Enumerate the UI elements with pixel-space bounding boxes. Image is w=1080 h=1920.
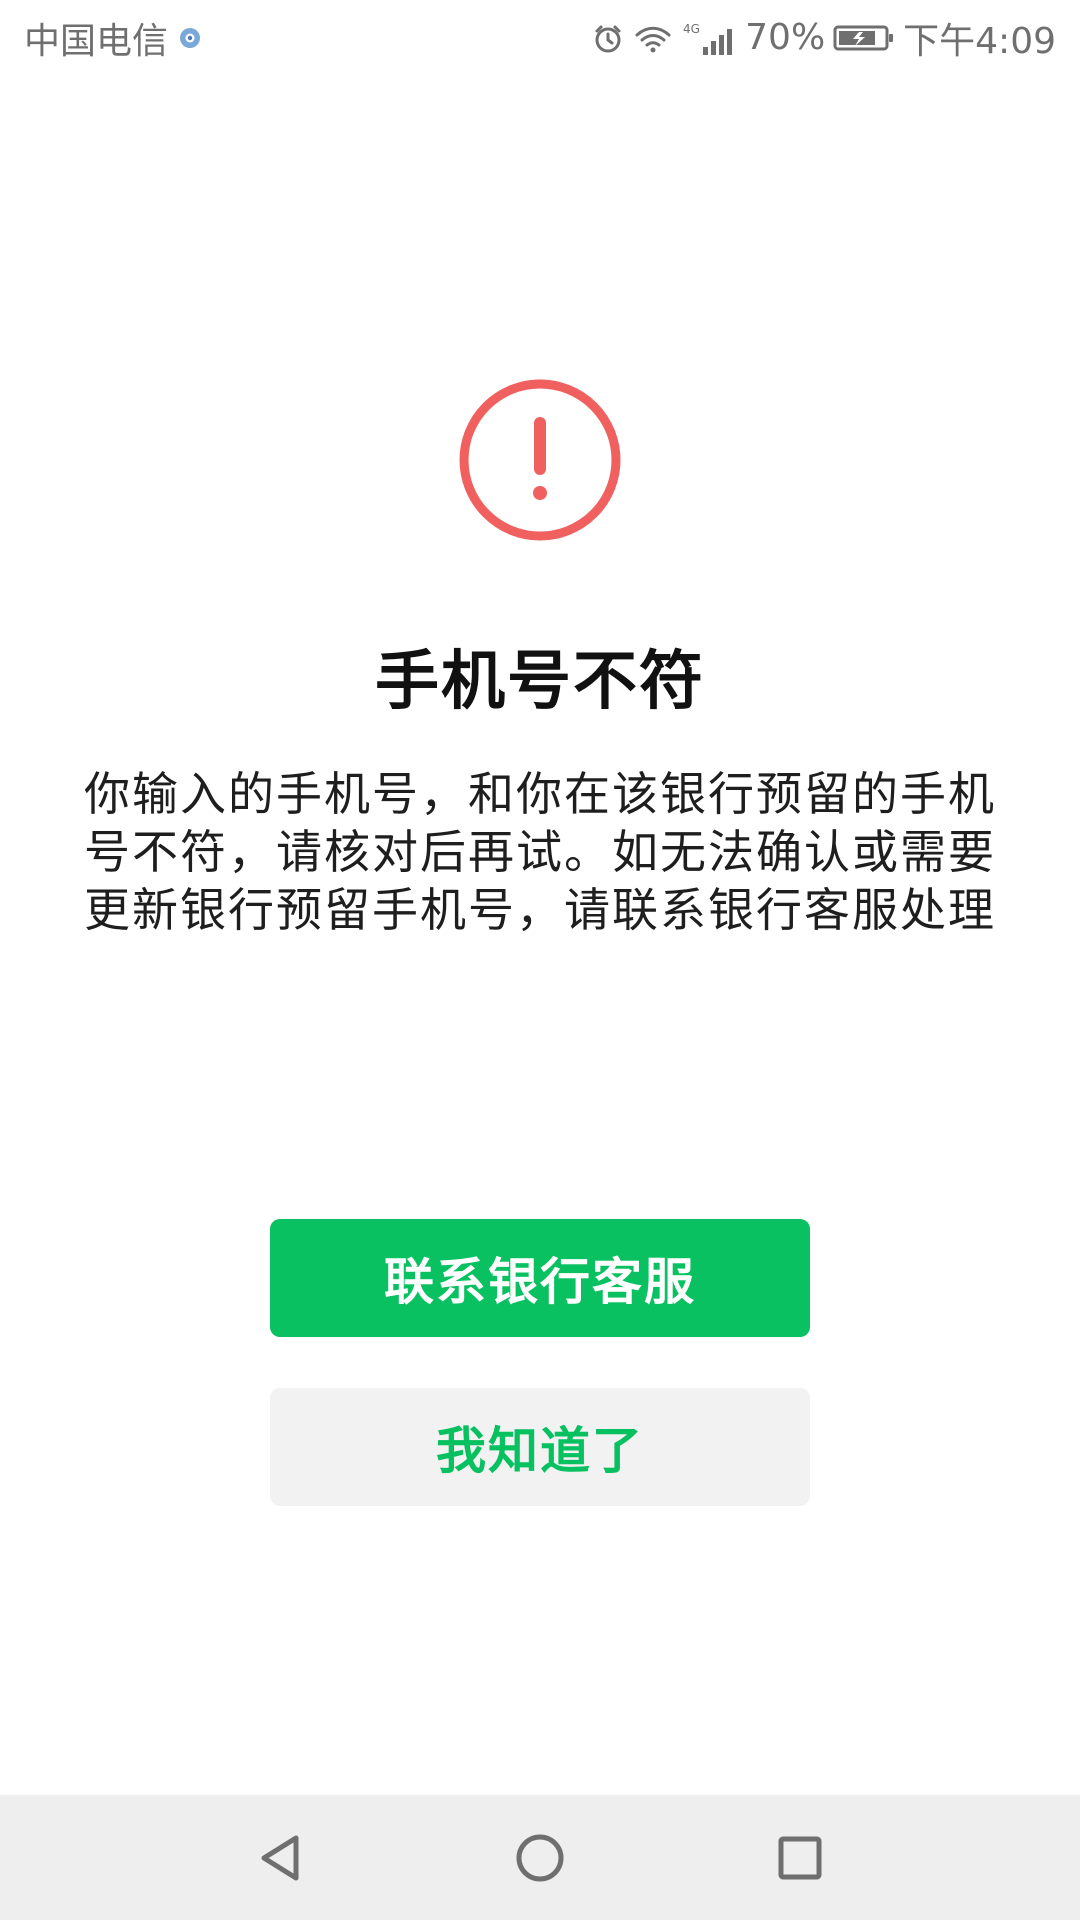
eye-protect-icon [178,26,202,50]
carrier-label: 中国电信 [24,20,169,62]
nav-home-button[interactable] [480,1808,600,1908]
status-left: 中国电信 [24,12,202,64]
status-bar: 中国电信 4G 70% 下午4:09 [0,0,1080,75]
warning-icon [455,375,625,545]
battery-percent: 70% [745,17,826,58]
content: 手机号不符 你输入的手机号，和你在该银行预留的手机号不符，请核对后再试。如无法确… [0,75,1080,1795]
alarm-icon [591,21,625,55]
dialog-title: 手机号不符 [375,645,705,719]
nav-back-button[interactable] [220,1808,340,1908]
network-type-label: 4G [683,22,700,36]
back-icon [250,1828,310,1888]
battery-icon [833,23,895,53]
contact-bank-button[interactable]: 联系银行客服 [270,1219,810,1337]
status-right: 4G 70% 下午4:09 [591,12,1056,64]
clock-time: 下午4:09 [903,20,1056,62]
signal-icon: 4G [681,19,737,57]
dialog-message: 你输入的手机号，和你在该银行预留的手机号不符，请核对后再试。如无法确认或需要更新… [84,767,996,937]
recents-icon [770,1828,830,1888]
home-icon [510,1828,570,1888]
acknowledge-button[interactable]: 我知道了 [270,1388,810,1506]
warning-icon-wrap [0,375,1080,545]
wifi-icon [633,21,673,55]
nav-recents-button[interactable] [740,1808,860,1908]
screen: 中国电信 4G 70% 下午4:09 手机号不符 你输入的手机号，和你在该银行预… [0,0,1080,1920]
navigation-bar [0,1795,1080,1920]
